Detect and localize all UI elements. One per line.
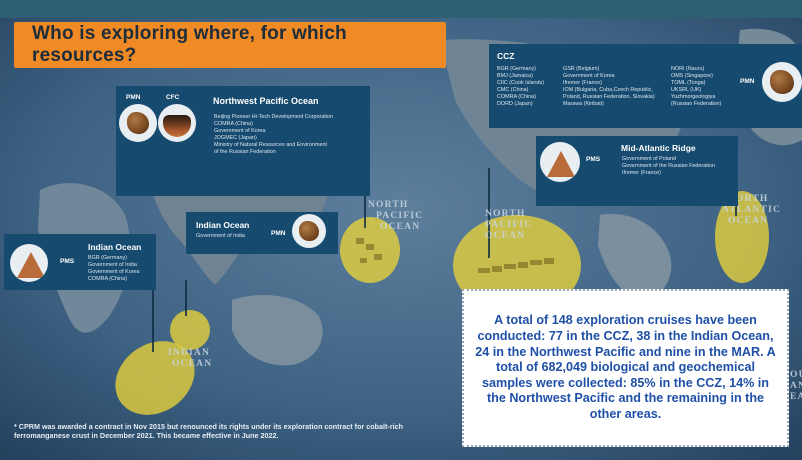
nodule-icon: [119, 104, 157, 142]
label-north-pacific-center: NORTH PACIFIC OCEAN: [368, 200, 424, 232]
page-title: Who is exploring where, for which resour…: [14, 22, 446, 68]
card-io-mid-title: Indian Ocean: [196, 220, 250, 230]
card-npo-title: Northwest Pacific Ocean: [213, 96, 319, 106]
card-ccz-title: CCZ: [497, 51, 515, 61]
card-ccz-col2: GSR (Belgium) Government of Korea Ifreme…: [563, 66, 655, 107]
card-ccz-col3: NORI (Nauru) OMS (Singapore) TOML (Tonga…: [671, 66, 722, 107]
label-indian-ocean: INDIAN OCEAN: [168, 348, 213, 369]
sulfide-icon: [540, 142, 580, 182]
summary-text: A total of 148 exploration cruises have …: [475, 313, 776, 421]
tag-pms: PMS: [60, 258, 75, 265]
summary-box: A total of 148 exploration cruises have …: [462, 289, 789, 447]
nodule-icon: [762, 62, 802, 102]
nodule-icon: [292, 214, 326, 248]
card-northwest-pacific: PMN CFC Northwest Pacific Ocean Beijing …: [116, 86, 370, 196]
card-io-mid-subtitle: Government of India: [196, 233, 245, 239]
card-npo-contractors: Beijing Pioneer Hi-Tech Development Corp…: [214, 114, 333, 155]
tag-pmn: PMN: [271, 230, 286, 237]
card-indian-ocean-pmn: Indian Ocean Government of India PMN: [186, 212, 338, 254]
card-io-left-contractors: BGR (Germany) Government of India Govern…: [88, 255, 140, 282]
card-mar-contractors: Government of Poland Government of the R…: [622, 156, 715, 176]
top-band: [0, 0, 802, 18]
card-mid-atlantic-ridge: PMS Mid-Atlantic Ridge Government of Pol…: [536, 136, 738, 206]
footnote: * CPRM was awarded a contract in Nov 201…: [14, 422, 403, 440]
card-ccz: CCZ BGR (Germany) BMJ (Jamaica) CIIC (Co…: [489, 44, 802, 128]
card-ccz-col1: BGR (Germany) BMJ (Jamaica) CIIC (Cook I…: [497, 66, 545, 107]
tag-cfc: CFC: [166, 94, 180, 101]
card-io-left-title: Indian Ocean: [88, 242, 142, 252]
card-indian-ocean-pms: PMS Indian Ocean BGR (Germany) Governmen…: [4, 234, 156, 290]
tag-pms: PMS: [586, 156, 601, 163]
tag-pmn: PMN: [126, 94, 141, 101]
sulfide-icon: [10, 244, 48, 282]
card-mar-title: Mid-Atlantic Ridge: [621, 143, 696, 153]
label-south-atlantic-edge: OUT AN EA: [790, 370, 802, 402]
page-title-text: Who is exploring where, for which resour…: [32, 23, 347, 66]
crust-icon: [158, 104, 196, 142]
label-north-pacific-east: NORTH PACIFIC OCEAN: [485, 209, 533, 241]
tag-pmn: PMN: [740, 78, 755, 85]
